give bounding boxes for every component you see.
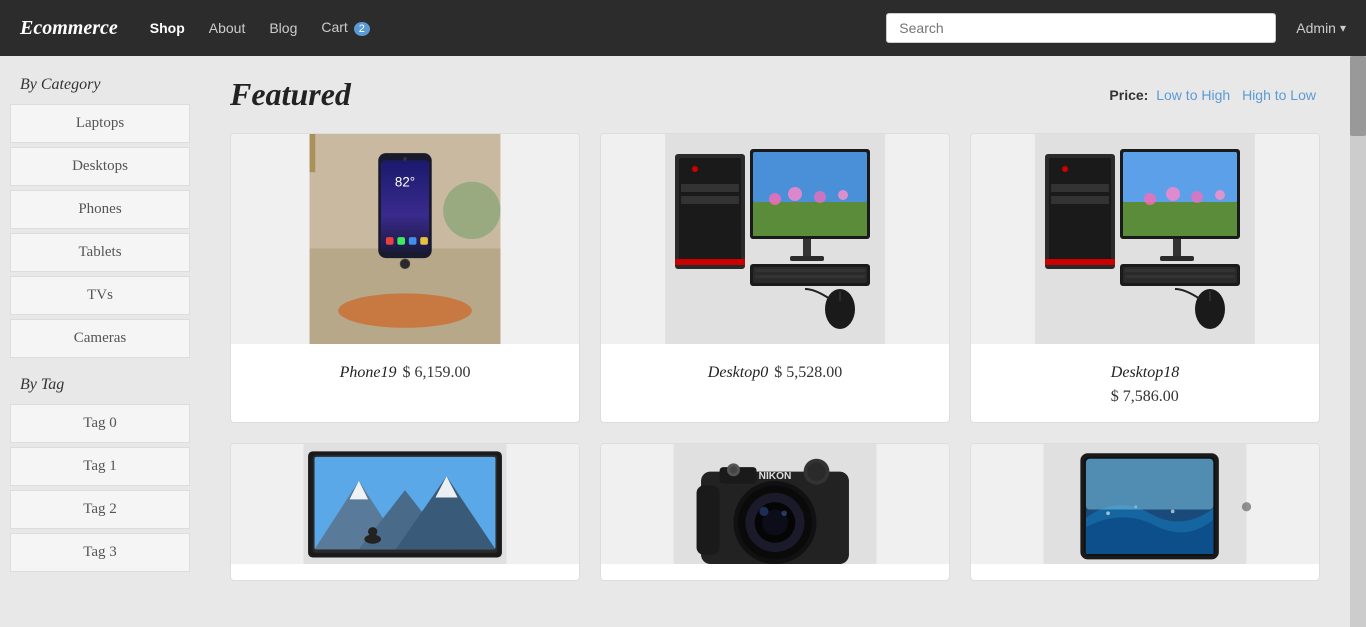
nav-blog[interactable]: Blog bbox=[257, 0, 309, 56]
product-card-desktop18[interactable]: Desktop18 $ 7,586.00 bbox=[970, 133, 1320, 423]
product-image-phone19: 82° bbox=[231, 134, 579, 344]
search-input[interactable] bbox=[886, 13, 1276, 43]
sidebar-item-cameras[interactable]: Cameras bbox=[10, 319, 190, 358]
product-image-tablet bbox=[971, 444, 1319, 564]
product-name-phone19: Phone19 bbox=[340, 364, 397, 382]
tablet-svg bbox=[971, 444, 1319, 564]
admin-menu[interactable]: Admin bbox=[1296, 20, 1346, 36]
sidebar-item-tag0[interactable]: Tag 0 bbox=[10, 404, 190, 443]
camera-svg: NIKON bbox=[601, 444, 949, 564]
nav-links: Shop About Blog Cart 2 bbox=[138, 0, 382, 57]
sidebar-item-tag2[interactable]: Tag 2 bbox=[10, 490, 190, 529]
sidebar-item-phones[interactable]: Phones bbox=[10, 190, 190, 229]
price-low-high-link[interactable]: Low to High bbox=[1156, 87, 1230, 103]
by-tag-title: By Tag bbox=[10, 376, 190, 394]
by-category-title: By Category bbox=[10, 76, 190, 94]
scrollbar[interactable] bbox=[1350, 56, 1366, 627]
product-price-phone19: $ 6,159.00 bbox=[402, 364, 470, 382]
tv-svg bbox=[231, 444, 579, 564]
sidebar-item-tag1[interactable]: Tag 1 bbox=[10, 447, 190, 486]
price-sort: Price: Low to High High to Low bbox=[1109, 87, 1320, 103]
svg-text:NIKON: NIKON bbox=[759, 471, 792, 482]
product-name-desktop18: Desktop18 bbox=[1111, 364, 1179, 382]
svg-text:82°: 82° bbox=[395, 175, 415, 190]
cart-badge: 2 bbox=[354, 22, 370, 36]
nav-about[interactable]: About bbox=[197, 0, 258, 56]
product-image-desktop0 bbox=[601, 134, 949, 344]
featured-header: Featured Price: Low to High High to Low bbox=[230, 76, 1320, 113]
main-content: Featured Price: Low to High High to Low bbox=[200, 56, 1350, 627]
product-card-phone19[interactable]: 82° Phone19 $ 6,159.00 bbox=[230, 133, 580, 423]
product-image-desktop18 bbox=[971, 134, 1319, 344]
product-card-tablet[interactable] bbox=[970, 443, 1320, 581]
sidebar-item-laptops[interactable]: Laptops bbox=[10, 104, 190, 143]
product-card-tv[interactable] bbox=[230, 443, 580, 581]
sidebar-item-tag3[interactable]: Tag 3 bbox=[10, 533, 190, 572]
price-high-low-link[interactable]: High to Low bbox=[1242, 87, 1316, 103]
main-layout: By Category Laptops Desktops Phones Tabl… bbox=[0, 56, 1366, 627]
scrollbar-thumb[interactable] bbox=[1350, 56, 1366, 136]
product-image-tv bbox=[231, 444, 579, 564]
product-name-desktop0: Desktop0 bbox=[708, 364, 768, 382]
desktop18-svg bbox=[971, 134, 1319, 344]
product-card-desktop0[interactable]: Desktop0 $ 5,528.00 bbox=[600, 133, 950, 423]
sidebar-item-desktops[interactable]: Desktops bbox=[10, 147, 190, 186]
nav-shop[interactable]: Shop bbox=[138, 0, 197, 56]
product-price-desktop0: $ 5,528.00 bbox=[774, 364, 842, 382]
product-price-desktop18: $ 7,586.00 bbox=[1111, 388, 1179, 406]
price-sort-label: Price: bbox=[1109, 87, 1148, 103]
brand: Ecommerce bbox=[20, 17, 118, 40]
product-info-desktop18: Desktop18 $ 7,586.00 bbox=[1101, 350, 1189, 406]
product-info-phone19: Phone19 $ 6,159.00 bbox=[330, 350, 481, 382]
navbar: Ecommerce Shop About Blog Cart 2 Admin bbox=[0, 0, 1366, 56]
product-info-desktop0: Desktop0 $ 5,528.00 bbox=[698, 350, 852, 382]
sidebar-item-tvs[interactable]: TVs bbox=[10, 276, 190, 315]
search-area bbox=[886, 13, 1276, 43]
product-image-camera: NIKON bbox=[601, 444, 949, 564]
featured-title: Featured bbox=[230, 76, 351, 113]
sidebar-item-tablets[interactable]: Tablets bbox=[10, 233, 190, 272]
product-grid: 82° Phone19 $ 6,159.00 bbox=[230, 133, 1320, 581]
sidebar: By Category Laptops Desktops Phones Tabl… bbox=[0, 56, 200, 627]
desktop0-svg bbox=[601, 134, 949, 344]
product-card-camera[interactable]: NIKON bbox=[600, 443, 950, 581]
nav-cart[interactable]: Cart 2 bbox=[309, 0, 381, 57]
phone-svg: 82° bbox=[231, 134, 579, 344]
